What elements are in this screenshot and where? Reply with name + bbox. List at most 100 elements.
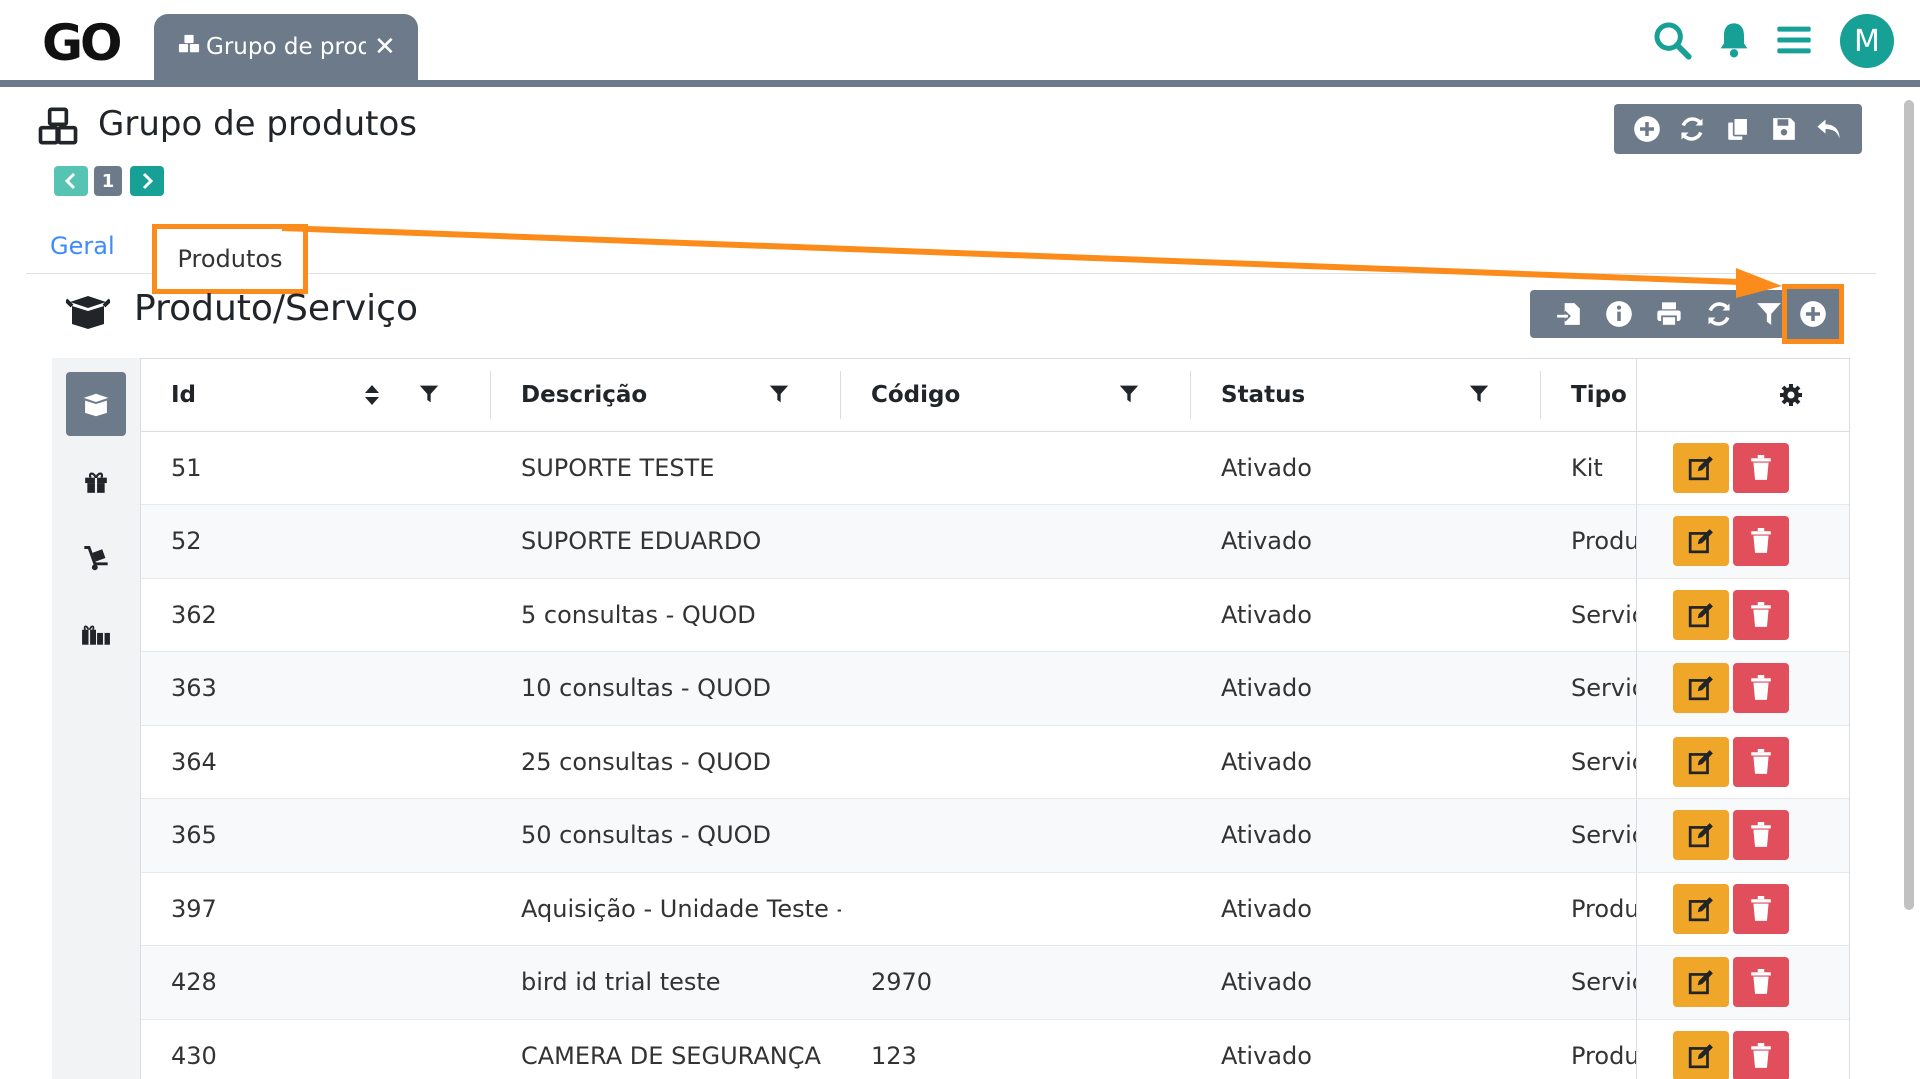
column-header-settings [1635, 359, 1849, 432]
main-toolbar [1614, 104, 1862, 154]
sort-icon[interactable] [363, 383, 387, 407]
cell-id: 363 [141, 651, 491, 726]
scrollbar[interactable] [1904, 100, 1914, 910]
column-header-status[interactable]: Status [1191, 359, 1541, 432]
refresh-button[interactable] [1694, 290, 1744, 338]
edit-button[interactable] [1672, 516, 1729, 567]
close-icon[interactable]: ✕ [374, 32, 396, 62]
filter-icon[interactable] [419, 383, 443, 407]
delete-button[interactable] [1732, 736, 1789, 787]
save-button[interactable] [1768, 113, 1800, 145]
bell-icon[interactable] [1714, 20, 1758, 64]
filter-icon[interactable] [1119, 383, 1143, 407]
document-tab-label: Grupo de produt [206, 34, 366, 60]
edit-button[interactable] [1672, 589, 1729, 640]
cell-tipo: Serviç [1541, 578, 1636, 652]
cell-descricao: 5 consultas - QUOD [491, 578, 841, 652]
info-button[interactable] [1594, 290, 1644, 338]
cell-codigo [841, 798, 1191, 873]
cell-id: 430 [141, 1019, 491, 1079]
table-row[interactable]: 52 SUPORTE EDUARDO Ativado Produ [141, 504, 1849, 579]
tab-geral[interactable]: Geral [50, 232, 115, 260]
row-actions [1635, 1019, 1849, 1079]
row-actions [1635, 945, 1849, 1020]
delete-button[interactable] [1732, 957, 1789, 1008]
cell-descricao: Aquisição - Unidade Teste - 0 [491, 872, 841, 946]
cell-tipo: Serviç [1541, 725, 1636, 799]
undo-button[interactable] [1813, 113, 1845, 145]
table-row[interactable]: 397 Aquisição - Unidade Teste - 0 Ativado P… [141, 872, 1849, 946]
delete-button[interactable] [1732, 810, 1789, 861]
table-row[interactable]: 430 CAMERA DE SEGURANÇA 123 Ativado Produ [141, 1019, 1849, 1079]
add-button[interactable] [1631, 113, 1663, 145]
cell-tipo: Kit [1541, 431, 1636, 505]
app-logo[interactable]: GO [42, 14, 123, 72]
delete-button[interactable] [1732, 589, 1789, 640]
cell-id: 364 [141, 725, 491, 799]
cell-status: Ativado [1191, 872, 1541, 946]
cell-descricao: SUPORTE EDUARDO [491, 504, 841, 579]
row-actions [1635, 798, 1849, 873]
add-product-button[interactable] [1782, 284, 1844, 344]
import-button[interactable] [1544, 290, 1594, 338]
filter-icon[interactable] [769, 383, 793, 407]
table-row[interactable]: 51 SUPORTE TESTE Ativado Kit [141, 431, 1849, 505]
table-row[interactable]: 428bird id trial teste2970AtivadoServiç [141, 945, 1849, 1020]
table-row[interactable]: 36425 consultas - QUOD AtivadoServiç [141, 725, 1849, 799]
table-row[interactable]: 36310 consultas - QUOD AtivadoServiç [141, 651, 1849, 726]
cell-tipo: Serviç [1541, 798, 1636, 873]
page-title: Grupo de produtos [98, 104, 417, 144]
dolly-icon[interactable] [66, 526, 126, 590]
cell-codigo [841, 725, 1191, 799]
menu-icon[interactable] [1774, 20, 1818, 64]
cell-id: 51 [141, 431, 491, 505]
cubes-icon [178, 33, 200, 61]
row-actions [1635, 651, 1849, 726]
section-title: Produto/Serviço [134, 288, 418, 329]
table-row[interactable]: 36550 consultas - QUOD AtivadoServiç [141, 798, 1849, 873]
previous-page-button[interactable] [54, 166, 88, 196]
delete-button[interactable] [1732, 1030, 1789, 1079]
edit-button[interactable] [1672, 1030, 1729, 1079]
edit-button[interactable] [1672, 883, 1729, 934]
filter-icon[interactable] [1469, 383, 1493, 407]
gear-icon[interactable] [1779, 383, 1803, 407]
cell-tipo: Produ [1541, 1019, 1636, 1079]
edit-button[interactable] [1672, 957, 1729, 1008]
box-open-icon[interactable] [66, 372, 126, 436]
cell-descricao: CAMERA DE SEGURANÇA [491, 1019, 841, 1079]
column-header-tipo[interactable]: Tipo [1541, 359, 1636, 432]
column-header-descricao[interactable]: Descrição [491, 359, 841, 432]
cell-id: 397 [141, 872, 491, 946]
row-actions [1635, 504, 1849, 579]
document-tab[interactable]: Grupo de produt ✕ [154, 14, 418, 80]
search-icon[interactable] [1652, 20, 1696, 64]
edit-button[interactable] [1672, 442, 1729, 493]
copy-button[interactable] [1722, 113, 1754, 145]
tab-produtos[interactable]: Produtos [152, 224, 308, 294]
refresh-button[interactable] [1676, 113, 1708, 145]
next-page-button[interactable] [130, 166, 164, 196]
table-row[interactable]: 3625 consultas - QUOD AtivadoServiç [141, 578, 1849, 652]
cell-status: Ativado [1191, 725, 1541, 799]
gifts-icon[interactable] [66, 602, 126, 666]
gift-icon[interactable] [66, 450, 126, 514]
cell-codigo: 2970 [841, 945, 1191, 1020]
delete-button[interactable] [1732, 663, 1789, 714]
cell-id: 362 [141, 578, 491, 652]
edit-button[interactable] [1672, 736, 1729, 787]
cell-tipo: Serviç [1541, 651, 1636, 726]
cell-descricao: SUPORTE TESTE [491, 431, 841, 505]
cell-id: 52 [141, 504, 491, 579]
delete-button[interactable] [1732, 442, 1789, 493]
delete-button[interactable] [1732, 883, 1789, 934]
cubes-icon [38, 106, 78, 146]
user-avatar[interactable]: M [1840, 14, 1894, 68]
column-header-id[interactable]: Id [141, 359, 491, 432]
print-button[interactable] [1644, 290, 1694, 338]
column-header-codigo[interactable]: Código [841, 359, 1191, 432]
delete-button[interactable] [1732, 516, 1789, 567]
edit-button[interactable] [1672, 663, 1729, 714]
edit-button[interactable] [1672, 810, 1729, 861]
row-actions [1635, 725, 1849, 799]
